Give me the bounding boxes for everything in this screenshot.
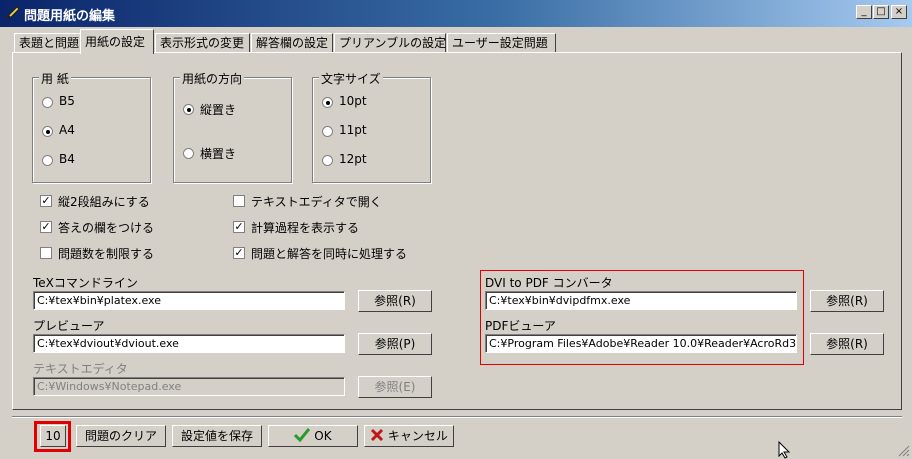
radio-11pt-label: 11pt <box>339 123 367 137</box>
radio-12pt[interactable] <box>322 155 333 166</box>
problem-count-button[interactable]: 10 <box>40 425 66 447</box>
radio-b5-label: B5 <box>59 94 75 108</box>
pdfviewer-browse-button[interactable]: 参照(R) <box>810 333 884 355</box>
cancel-button[interactable]: キャンセル <box>364 425 454 447</box>
radio-landscape-label: 横置き <box>200 147 237 161</box>
ok-button[interactable]: OK <box>268 425 358 447</box>
tex-browse-button[interactable]: 参照(R) <box>358 290 432 312</box>
orientation-group: 用紙の方向 縦置き 横置き <box>173 70 292 183</box>
pdfviewer-label: PDFビューア <box>485 319 556 333</box>
dvipdf-browse-button[interactable]: 参照(R) <box>810 290 884 312</box>
previewer-browse-button[interactable]: 参照(P) <box>358 333 432 355</box>
window-title: 問題用紙の編集 <box>24 9 116 24</box>
font-size-group-title: 文字サイズ <box>319 70 383 87</box>
mouse-cursor-icon <box>778 441 791 459</box>
checkbox-open-editor-label: テキストエディタで開く <box>251 195 382 209</box>
checkmark-icon <box>294 428 311 443</box>
minimize-button[interactable]: _ <box>856 5 872 19</box>
cancel-label: キャンセル <box>387 429 448 443</box>
pencil-icon <box>5 6 20 21</box>
tab-panel: 用 紙 B5 A4 B4 用紙の方向 縦置き 横置き 文字サイズ 10pt 11… <box>12 52 902 410</box>
radio-10pt-label: 10pt <box>339 94 367 108</box>
bottom-divider <box>12 416 902 418</box>
editor-input: C:¥Windows¥Notepad.exe <box>33 377 345 396</box>
font-size-group: 文字サイズ 10pt 11pt 12pt <box>312 70 431 183</box>
checkbox-process-together[interactable]: ✓ <box>233 247 245 259</box>
previewer-label: プレビューア <box>33 319 105 333</box>
tex-command-label: TeXコマンドライン <box>33 276 138 290</box>
tab-preamble-settings[interactable]: プリアンブルの設定 <box>334 33 446 53</box>
tab-display-format[interactable]: 表示形式の変更 <box>155 33 250 53</box>
checkbox-answer-column[interactable]: ✓ <box>40 221 52 233</box>
radio-a4-label: A4 <box>59 123 75 137</box>
title-bar[interactable]: 問題用紙の編集 _ □ × <box>0 0 912 27</box>
dvipdf-label: DVI to PDF コンバータ <box>485 276 613 290</box>
radio-b5[interactable] <box>42 97 53 108</box>
radio-landscape[interactable] <box>183 148 194 159</box>
checkbox-limit-problems[interactable] <box>40 247 52 259</box>
previewer-input[interactable]: C:¥tex¥dviout¥dviout.exe <box>33 334 345 353</box>
checkbox-process-together-label: 問題と解答を同時に処理する <box>251 247 408 261</box>
checkbox-two-column[interactable]: ✓ <box>40 195 52 207</box>
tab-user-problems[interactable]: ユーザー設定問題 <box>447 33 556 53</box>
dvipdf-input[interactable]: C:¥tex¥bin¥dvipdfmx.exe <box>485 291 797 310</box>
paper-size-group-title: 用 紙 <box>39 70 71 87</box>
checkbox-limit-problems-label: 問題数を制限する <box>58 247 155 261</box>
editor-browse-button: 参照(E) <box>358 376 432 398</box>
checkbox-open-editor[interactable] <box>233 195 245 207</box>
editor-label: テキストエディタ <box>33 362 128 376</box>
tab-title-problems[interactable]: 表題と問題 <box>14 33 81 53</box>
tab-paper-settings[interactable]: 用紙の設定 <box>80 29 154 54</box>
radio-11pt[interactable] <box>322 126 333 137</box>
checkbox-show-process-label: 計算過程を表示する <box>251 221 360 235</box>
tab-answer-settings[interactable]: 解答欄の設定 <box>251 33 333 53</box>
clear-problems-button[interactable]: 問題のクリア <box>76 425 166 447</box>
tex-command-input[interactable]: C:¥tex¥bin¥platex.exe <box>33 291 345 310</box>
pdfviewer-input[interactable]: C:¥Program Files¥Adobe¥Reader 10.0¥Reade… <box>485 334 797 353</box>
save-settings-label: 設定値を保存 <box>180 429 253 443</box>
checkbox-answer-column-label: 答えの欄をつける <box>58 221 155 235</box>
dialog-window: 問題用紙の編集 _ □ × 表題と問題 用紙の設定 表示形式の変更 解答欄の設定… <box>0 0 912 459</box>
radio-portrait[interactable] <box>183 104 194 115</box>
orientation-group-title: 用紙の方向 <box>180 70 245 87</box>
save-settings-button[interactable]: 設定値を保存 <box>172 425 262 447</box>
radio-portrait-label: 縦置き <box>200 103 237 117</box>
radio-10pt[interactable] <box>322 97 333 108</box>
close-button[interactable]: × <box>891 5 907 19</box>
radio-a4[interactable] <box>42 126 53 137</box>
cancel-x-icon <box>371 428 384 442</box>
radio-b4[interactable] <box>42 155 53 166</box>
maximize-button[interactable]: □ <box>873 5 889 19</box>
radio-b4-label: B4 <box>59 152 75 166</box>
checkbox-two-column-label: 縦2段組みにする <box>58 195 150 209</box>
ok-label: OK <box>314 429 332 443</box>
checkbox-show-process[interactable]: ✓ <box>233 221 245 233</box>
radio-12pt-label: 12pt <box>339 152 367 166</box>
paper-size-group: 用 紙 B5 A4 B4 <box>32 70 151 183</box>
resize-grip-icon[interactable] <box>898 445 910 457</box>
